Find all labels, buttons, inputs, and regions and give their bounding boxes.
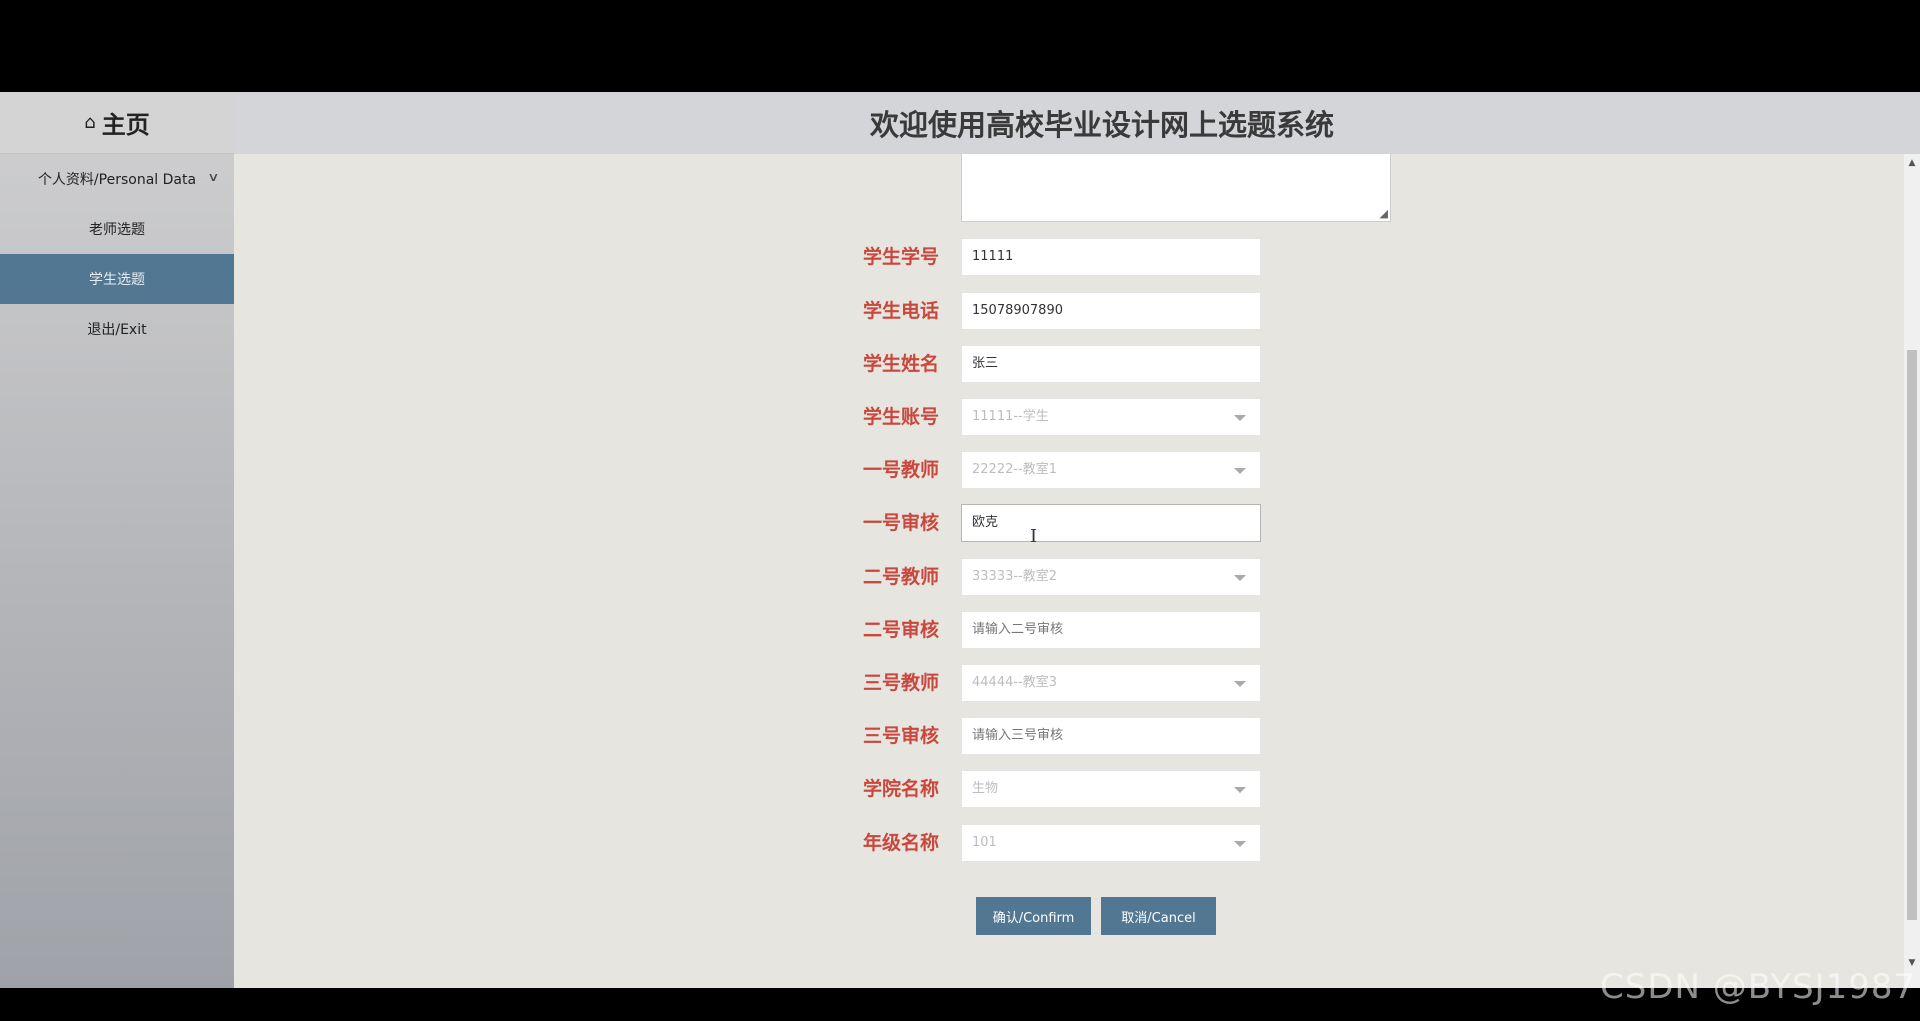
form-row-teacher-2: 二号教师 33333--教室2	[234, 558, 1434, 596]
field-label: 二号教师	[862, 566, 939, 588]
field-label: 学生姓名	[862, 353, 939, 375]
teacher-1-select[interactable]: 22222--教室1	[961, 451, 1261, 489]
select-value: 44444--教室3	[972, 675, 1058, 690]
form-row-teacher-3: 三号教师 44444--教室3	[234, 664, 1434, 702]
field-label: 学院名称	[862, 778, 939, 800]
scrollbar-thumb[interactable]	[1907, 350, 1917, 920]
select-value: 11111--学生	[972, 409, 1049, 424]
chevron-down-icon: ∨	[207, 170, 220, 184]
form-row-college: 学院名称 生物	[234, 770, 1434, 808]
field-label: 学生账号	[862, 406, 939, 428]
select-value: 101	[972, 835, 997, 850]
caret-down-icon	[1234, 787, 1246, 793]
select-value: 33333--教室2	[972, 569, 1058, 584]
form-row-student-phone: 学生电话 15078907890	[234, 292, 1434, 330]
confirm-button[interactable]: 确认/Confirm	[976, 897, 1091, 935]
select-value: 22222--教室1	[972, 462, 1058, 477]
cancel-button[interactable]: 取消/Cancel	[1101, 897, 1216, 935]
sidebar-item-teacher-topics[interactable]: 老师选题	[0, 204, 234, 254]
caret-down-icon	[1234, 415, 1246, 421]
field-label: 学生学号	[862, 246, 939, 268]
form-row-review-1: 一号审核 欧克	[234, 504, 1434, 542]
resize-grip-icon[interactable]: ◢	[1380, 207, 1388, 220]
caret-down-icon	[1234, 468, 1246, 474]
field-label: 二号审核	[862, 619, 939, 641]
field-label: 年级名称	[862, 832, 939, 854]
form-row-review-3: 三号审核 请输入三号审核	[234, 717, 1434, 755]
form-row-review-2: 二号审核 请输入二号审核	[234, 611, 1434, 649]
main-content: ◢ 学生学号 11111 学生电话 15078907890 学生姓名 张三 学生…	[234, 154, 1904, 988]
field-label: 三号审核	[862, 725, 939, 747]
student-name-input[interactable]: 张三	[961, 345, 1261, 383]
sidebar-item-personal-data[interactable]: 个人资料/Personal Data ∨	[0, 154, 234, 204]
caret-down-icon	[1234, 575, 1246, 581]
page-header: 欢迎使用高校毕业设计网上选题系统	[234, 92, 1920, 154]
sidebar-item-label: 个人资料/Personal Data	[37, 172, 197, 188]
form-row-student-account: 学生账号 11111--学生	[234, 398, 1434, 436]
review-2-input[interactable]: 请输入二号审核	[961, 611, 1261, 649]
sidebar-home-link[interactable]: ⌂ 主页	[0, 92, 234, 154]
form-row-teacher-1: 一号教师 22222--教室1	[234, 451, 1434, 489]
review-1-input[interactable]: 欧克	[961, 504, 1261, 542]
teacher-3-select[interactable]: 44444--教室3	[961, 664, 1261, 702]
form-row-grade: 年级名称 101	[234, 824, 1434, 862]
field-label: 学生电话	[862, 300, 939, 322]
sidebar-item-exit[interactable]: 退出/Exit	[0, 304, 234, 354]
sidebar: ⌂ 主页 个人资料/Personal Data ∨ 老师选题 学生选题 退出/E…	[0, 92, 234, 988]
review-3-input[interactable]: 请输入三号审核	[961, 717, 1261, 755]
watermark: CSDN @BYSJ1987	[1600, 967, 1917, 1007]
text-cursor-icon: I	[1030, 526, 1038, 547]
description-textarea[interactable]: ◢	[961, 154, 1391, 222]
caret-down-icon	[1234, 681, 1246, 687]
sidebar-item-label: 老师选题	[89, 222, 145, 238]
field-label: 三号教师	[862, 672, 939, 694]
sidebar-home-label: 主页	[101, 111, 150, 139]
grade-select[interactable]: 101	[961, 824, 1261, 862]
scroll-up-arrow-icon[interactable]: ▲	[1904, 158, 1920, 168]
page-title: 欢迎使用高校毕业设计网上选题系统	[869, 108, 1334, 142]
sidebar-item-label: 学生选题	[89, 272, 145, 288]
form-row-student-id: 学生学号 11111	[234, 238, 1434, 276]
college-select[interactable]: 生物	[961, 770, 1261, 808]
select-value: 生物	[972, 781, 999, 796]
field-label: 一号审核	[862, 512, 939, 534]
field-label: 一号教师	[862, 459, 939, 481]
student-phone-input[interactable]: 15078907890	[961, 292, 1261, 330]
top-black-bar	[0, 0, 1920, 92]
caret-down-icon	[1234, 841, 1246, 847]
sidebar-item-student-topics[interactable]: 学生选题	[0, 254, 234, 304]
home-icon: ⌂	[84, 112, 96, 133]
sidebar-item-label: 退出/Exit	[87, 322, 147, 338]
teacher-2-select[interactable]: 33333--教室2	[961, 558, 1261, 596]
student-id-input[interactable]: 11111	[961, 238, 1261, 276]
vertical-scrollbar[interactable]: ▲ ▼	[1904, 154, 1920, 988]
student-account-select[interactable]: 11111--学生	[961, 398, 1261, 436]
form-row-student-name: 学生姓名 张三	[234, 345, 1434, 383]
